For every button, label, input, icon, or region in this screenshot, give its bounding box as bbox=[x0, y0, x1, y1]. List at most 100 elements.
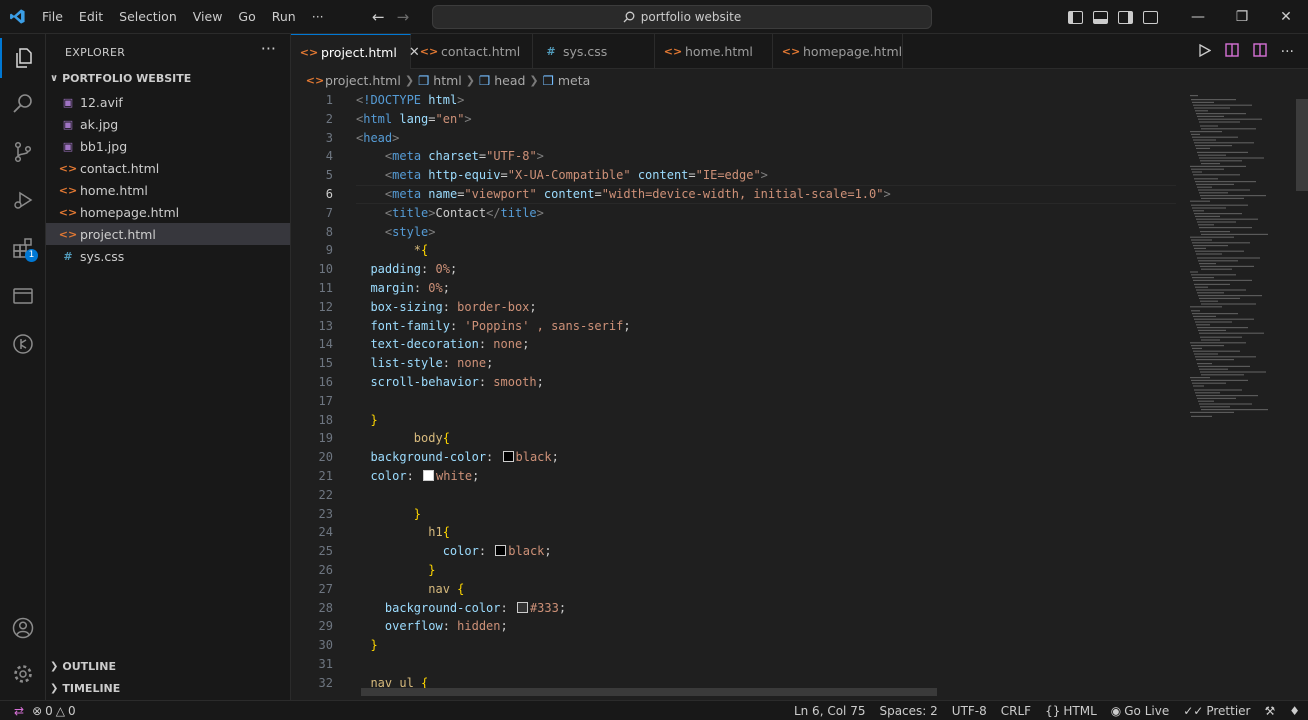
code-line[interactable]: *{ bbox=[356, 241, 1176, 260]
settings-gear-icon[interactable] bbox=[0, 654, 46, 694]
encoding[interactable]: UTF-8 bbox=[952, 704, 987, 718]
code-editor[interactable]: 1 2 3 4 5 6 7 8 9 10 11 12 13 14 15 16 17 18 19 20 21 22 23 24 2… bbox=[291, 91, 1308, 700]
notifications-bell-icon[interactable]: ♦ bbox=[1289, 704, 1300, 718]
error-count: 0 bbox=[45, 703, 53, 718]
code-line[interactable]: <meta charset="UTF-8"> bbox=[356, 147, 1176, 166]
restore-icon[interactable]: ❐ bbox=[1220, 0, 1264, 34]
menu-edit[interactable]: Edit bbox=[71, 0, 111, 34]
file-item-ak-jpg[interactable]: ▣ ak.jpg bbox=[46, 113, 290, 135]
file-item-sys-css[interactable]: # sys.css bbox=[46, 245, 290, 267]
code-line[interactable]: <head> bbox=[356, 129, 1176, 148]
code-line[interactable]: overflow: hidden; bbox=[356, 617, 1176, 636]
code-line[interactable]: <meta http-equiv="X-UA-Compatible" conte… bbox=[356, 166, 1176, 185]
breadcrumb-meta[interactable]: meta bbox=[558, 73, 590, 88]
file-item-bb1-jpg[interactable]: ▣ bb1.jpg bbox=[46, 135, 290, 157]
code-line[interactable]: scroll-behavior: smooth; bbox=[356, 373, 1176, 392]
toggle-primary-sidebar-icon[interactable] bbox=[1068, 10, 1083, 24]
indentation[interactable]: Spaces: 2 bbox=[879, 704, 937, 718]
code-line[interactable]: } bbox=[356, 505, 1176, 524]
customize-layout-icon[interactable] bbox=[1143, 10, 1158, 24]
tab-home-html[interactable]: <> home.html bbox=[655, 34, 773, 69]
code-line[interactable] bbox=[356, 392, 1176, 411]
outline-section[interactable]: ❯ OUTLINE bbox=[50, 660, 116, 673]
code-line[interactable] bbox=[356, 655, 1176, 674]
run-file-icon[interactable] bbox=[1198, 43, 1211, 60]
explorer-icon[interactable] bbox=[0, 38, 46, 78]
toggle-panel-icon[interactable] bbox=[1093, 10, 1108, 24]
tab-contact-html[interactable]: <> contact.html bbox=[411, 34, 533, 69]
file-item-12-avif[interactable]: ▣ 12.avif bbox=[46, 91, 290, 113]
horizontal-scrollbar[interactable] bbox=[361, 688, 937, 696]
menu-view[interactable]: View bbox=[185, 0, 231, 34]
remote-icon[interactable]: ⇄ bbox=[14, 704, 24, 718]
code-line[interactable]: padding: 0%; bbox=[356, 260, 1176, 279]
breadcrumb-html[interactable]: html bbox=[433, 73, 461, 88]
cursor-position[interactable]: Ln 6, Col 75 bbox=[794, 704, 866, 718]
code-line[interactable]: <meta name="viewport" content="width=dev… bbox=[356, 185, 1176, 204]
code-line[interactable]: <!DOCTYPE html> bbox=[356, 91, 1176, 110]
extensions-icon[interactable]: 1 bbox=[0, 228, 46, 268]
command-center-search[interactable]: portfolio website bbox=[432, 5, 932, 29]
menu-more[interactable]: ··· bbox=[304, 0, 332, 34]
prettier-status[interactable]: ✓✓ Prettier bbox=[1183, 704, 1250, 718]
file-item-home-html[interactable]: <> home.html bbox=[46, 179, 290, 201]
timeline-section[interactable]: ❯ TIMELINE bbox=[50, 682, 120, 695]
code-line[interactable]: <title>Contact</title> bbox=[356, 204, 1176, 223]
file-item-project-html[interactable]: <> project.html bbox=[46, 223, 290, 245]
more-actions-icon[interactable]: ··· bbox=[1281, 44, 1294, 60]
code-line[interactable]: margin: 0%; bbox=[356, 279, 1176, 298]
language-mode[interactable]: {} HTML bbox=[1045, 704, 1097, 718]
open-preview-icon[interactable] bbox=[1224, 43, 1239, 60]
file-item-homepage-html[interactable]: <> homepage.html bbox=[46, 201, 290, 223]
code-line[interactable]: } bbox=[356, 636, 1176, 655]
breadcrumb-head[interactable]: head bbox=[494, 73, 525, 88]
folder-header[interactable]: ∨ PORTFOLIO WEBSITE bbox=[50, 72, 191, 85]
code-line[interactable]: nav { bbox=[356, 580, 1176, 599]
code-line[interactable]: list-style: none; bbox=[356, 354, 1176, 373]
search-activity-icon[interactable] bbox=[0, 84, 46, 124]
minimap-line bbox=[1195, 392, 1220, 394]
code-line[interactable]: background-color: black; bbox=[356, 448, 1176, 467]
close-window-icon[interactable]: ✕ bbox=[1264, 0, 1308, 34]
tab-project-html[interactable]: <> project.html ✕ bbox=[291, 34, 420, 69]
run-debug-icon[interactable] bbox=[0, 180, 46, 220]
tab-homepage-html[interactable]: <> homepage.html bbox=[773, 34, 903, 69]
code-line[interactable]: } bbox=[356, 561, 1176, 580]
forward-arrow-icon[interactable]: → bbox=[397, 8, 410, 26]
source-control-icon[interactable] bbox=[0, 132, 46, 172]
menu-run[interactable]: Run bbox=[264, 0, 304, 34]
menu-go[interactable]: Go bbox=[230, 0, 263, 34]
menu-selection[interactable]: Selection bbox=[111, 0, 185, 34]
code-line[interactable]: <style> bbox=[356, 223, 1176, 242]
accounts-icon[interactable] bbox=[0, 608, 46, 648]
minimize-icon[interactable]: — bbox=[1176, 0, 1220, 34]
problems-indicator[interactable]: ⊗ 0 △ 0 bbox=[32, 704, 76, 718]
file-item-contact-html[interactable]: <> contact.html bbox=[46, 157, 290, 179]
git-graph-icon[interactable] bbox=[0, 324, 46, 364]
menu-file[interactable]: File bbox=[34, 0, 71, 34]
feedback-icon[interactable]: ⚒ bbox=[1264, 704, 1275, 718]
code-line[interactable]: text-decoration: none; bbox=[356, 335, 1176, 354]
code-line[interactable]: box-sizing: border-box; bbox=[356, 298, 1176, 317]
code-line[interactable]: background-color: #333; bbox=[356, 599, 1176, 618]
go-live-button[interactable]: ◉ Go Live bbox=[1111, 704, 1169, 718]
code-line[interactable]: color: black; bbox=[356, 542, 1176, 561]
toggle-secondary-sidebar-icon[interactable] bbox=[1118, 10, 1133, 24]
split-editor-icon[interactable] bbox=[1252, 43, 1267, 60]
tab-sys-css[interactable]: # sys.css bbox=[533, 34, 655, 69]
code-area[interactable]: <!DOCTYPE html> <html lang="en"> <head> <m… bbox=[356, 91, 1176, 693]
back-arrow-icon[interactable]: ← bbox=[372, 8, 385, 26]
code-line[interactable]: font-family: 'Poppins' , sans-serif; bbox=[356, 317, 1176, 336]
code-line[interactable]: h1{ bbox=[356, 523, 1176, 542]
explorer-more-icon[interactable]: ··· bbox=[261, 39, 276, 58]
line-ending[interactable]: CRLF bbox=[1001, 704, 1031, 718]
code-line[interactable] bbox=[356, 486, 1176, 505]
code-line[interactable]: color: white; bbox=[356, 467, 1176, 486]
code-line[interactable]: } bbox=[356, 411, 1176, 430]
breadcrumb-file[interactable]: project.html bbox=[325, 73, 401, 88]
vertical-scrollbar[interactable] bbox=[1296, 99, 1308, 191]
remote-explorer-icon[interactable] bbox=[0, 276, 46, 316]
minimap[interactable] bbox=[1188, 91, 1294, 421]
code-line[interactable]: body{ bbox=[356, 429, 1176, 448]
code-line[interactable]: <html lang="en"> bbox=[356, 110, 1176, 129]
